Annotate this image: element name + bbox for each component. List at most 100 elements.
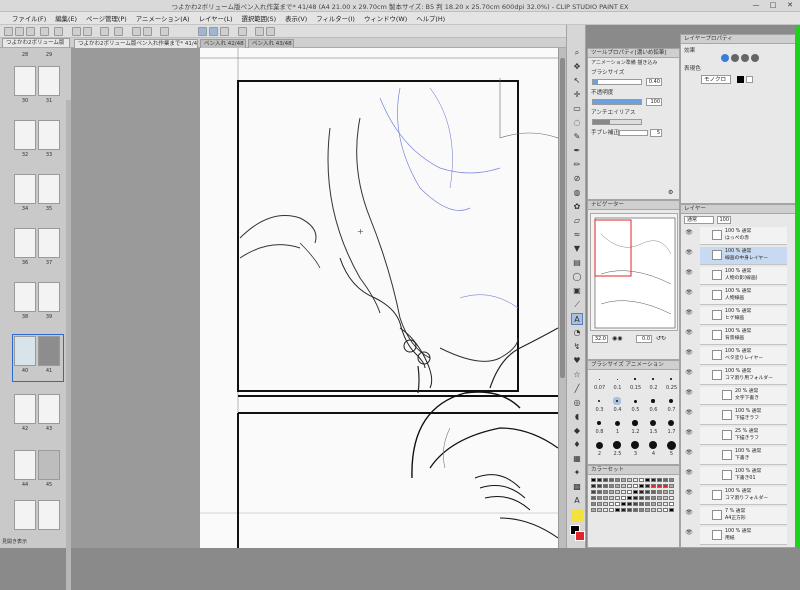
brush-size-tab[interactable]: ブラシサイズ: [591, 362, 624, 368]
page-thumbnail[interactable]: [38, 500, 60, 530]
antialias-setting[interactable]: [592, 119, 642, 125]
color-swatch[interactable]: [657, 502, 662, 506]
color-swatch[interactable]: [615, 490, 620, 494]
snap-special-ruler-icon[interactable]: [209, 27, 218, 36]
layer-visibility-eye-icon[interactable]: 👁: [685, 389, 693, 399]
page-thumbnail[interactable]: [38, 394, 60, 424]
navigator-zoom-value[interactable]: 32.0: [592, 335, 608, 343]
deselect-icon[interactable]: [132, 27, 141, 36]
layer-visibility-eye-icon[interactable]: 👁: [685, 469, 693, 479]
color-swatch[interactable]: [639, 490, 644, 494]
new-file-icon[interactable]: [4, 27, 13, 36]
clear-icon[interactable]: [100, 27, 109, 36]
color-swatch[interactable]: [633, 490, 638, 494]
page-thumbnail[interactable]: [14, 500, 36, 530]
color-swatch[interactable]: [603, 484, 608, 488]
brush-size-preset[interactable]: [669, 399, 673, 403]
color-swatch[interactable]: [603, 478, 608, 482]
layer-row[interactable]: 100 % 通常 人物線画: [700, 287, 787, 305]
color-swatch[interactable]: [669, 478, 674, 482]
color-swatch[interactable]: [633, 496, 638, 500]
layer-row[interactable]: 100 % 通常 下書き01: [700, 467, 787, 485]
frame-icon[interactable]: ▣: [571, 285, 583, 297]
brush-size-preset[interactable]: [652, 378, 654, 380]
layer-visibility-eye-icon[interactable]: 👁: [685, 429, 693, 439]
brush-size-preset[interactable]: [651, 399, 655, 403]
color-swatch[interactable]: [651, 508, 656, 512]
color-swatch[interactable]: [597, 484, 602, 488]
color-swatch[interactable]: [591, 502, 596, 506]
color-swatch[interactable]: [633, 502, 638, 506]
layer-row[interactable]: 100 % 通常 コマ割りフォルダー: [700, 487, 787, 505]
brush-size-preset[interactable]: [595, 441, 603, 449]
layer-visibility-eye-icon[interactable]: 👁: [685, 249, 693, 259]
stabilization-value[interactable]: 5: [650, 129, 662, 137]
color-swatch[interactable]: [627, 502, 632, 506]
open-file-icon[interactable]: [15, 27, 24, 36]
page-thumbnail[interactable]: [14, 282, 36, 312]
color-swatch[interactable]: [645, 496, 650, 500]
color-swatch[interactable]: [639, 496, 644, 500]
color-swatch[interactable]: [621, 490, 626, 494]
color-swatch[interactable]: [663, 490, 668, 494]
page-thumbnail[interactable]: [38, 228, 60, 258]
tab-document-41[interactable]: つよかわ2ボリューム版ペン入れ作業まで* 41/48: [74, 39, 198, 48]
blend-icon[interactable]: ≈: [571, 229, 583, 241]
layer-visibility-eye-icon[interactable]: 👁: [685, 449, 693, 459]
undo-icon[interactable]: [72, 27, 81, 36]
brush-size-preset[interactable]: [666, 440, 676, 450]
menu-file[interactable]: ファイル(F): [12, 14, 46, 23]
brush-size-preset[interactable]: [634, 378, 636, 380]
color-swatch[interactable]: [639, 484, 644, 488]
color-swatch[interactable]: [615, 496, 620, 500]
layer-move-icon[interactable]: ✛: [571, 89, 583, 101]
menu-layer[interactable]: レイヤー(L): [199, 14, 233, 23]
page-thumbnail-selected[interactable]: [14, 336, 36, 366]
color-swatch[interactable]: [603, 496, 608, 500]
pen-tool-icon[interactable]: ✒: [571, 145, 583, 157]
color-swatch[interactable]: [657, 508, 662, 512]
color-swatch[interactable]: [645, 502, 650, 506]
brush-size-slider[interactable]: [592, 79, 642, 85]
line-icon[interactable]: ╱: [571, 383, 583, 395]
color-swatch[interactable]: [609, 484, 614, 488]
color-swatch[interactable]: [615, 478, 620, 482]
decoration-icon[interactable]: ✿: [571, 201, 583, 213]
manga-page[interactable]: +: [200, 48, 559, 548]
color-swatch[interactable]: [615, 484, 620, 488]
menu-edit[interactable]: 編集(E): [55, 14, 77, 23]
tone-icon[interactable]: ▦: [571, 453, 583, 465]
color-swatch[interactable]: [645, 478, 650, 482]
heart-icon[interactable]: ♥: [571, 355, 583, 367]
layer-visibility-eye-icon[interactable]: 👁: [685, 369, 693, 379]
page-thumbnail[interactable]: [14, 120, 36, 150]
layer-visibility-eye-icon[interactable]: 👁: [685, 289, 693, 299]
color-swatch[interactable]: [633, 484, 638, 488]
color-swatch[interactable]: [609, 502, 614, 506]
layer-row[interactable]: 100 % 通常 ベタ塗りレイヤー: [700, 347, 787, 365]
color-swatch[interactable]: [615, 508, 620, 512]
color-swatch[interactable]: [651, 490, 656, 494]
navigator-preview[interactable]: [590, 213, 678, 331]
color-swatch[interactable]: [621, 484, 626, 488]
color-swatch[interactable]: [621, 502, 626, 506]
expression-color-select[interactable]: モノクロ: [701, 75, 731, 84]
transform-icon[interactable]: [114, 27, 123, 36]
page-thumbnail[interactable]: [38, 450, 60, 480]
layer-opacity-value[interactable]: 100: [717, 216, 731, 224]
text-a-icon[interactable]: A: [571, 495, 583, 507]
layer-visibility-eye-icon[interactable]: 👁: [685, 509, 693, 519]
color-swatch[interactable]: [651, 502, 656, 506]
lasso-tool-icon[interactable]: ◌: [571, 117, 583, 129]
color-swatch[interactable]: [591, 508, 596, 512]
color-swatch[interactable]: [627, 478, 632, 482]
page-thumbnail[interactable]: [14, 394, 36, 424]
brush-size-preset[interactable]: [596, 420, 602, 426]
color-swatch[interactable]: [669, 508, 674, 512]
ellipse-icon[interactable]: ◎: [571, 397, 583, 409]
color-swatch[interactable]: [663, 508, 668, 512]
color-swatch[interactable]: [669, 502, 674, 506]
fill-icon[interactable]: ▼: [571, 243, 583, 255]
layer-row[interactable]: 7 % 通常 A4正方形: [700, 507, 787, 525]
effect-icon[interactable]: [751, 54, 759, 62]
